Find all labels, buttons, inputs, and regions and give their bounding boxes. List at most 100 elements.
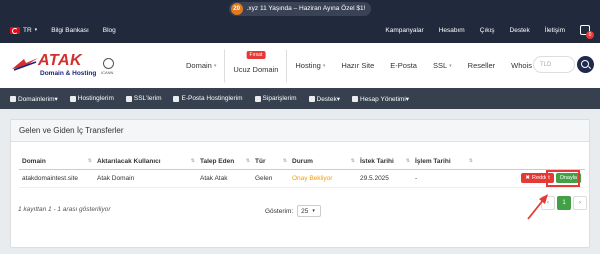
logo-name: ATAK — [38, 52, 83, 69]
gear-icon — [308, 95, 315, 102]
envelope-icon — [173, 95, 180, 102]
announcement-bar[interactable]: 20 .xyz 11 Yaşında – Haziran Ayına Özel … — [0, 0, 600, 17]
next-page-button[interactable]: › — [573, 196, 587, 210]
cell-requested-by: Atak Atak — [197, 169, 252, 188]
col-durum[interactable]: Durum ⇅ — [289, 155, 357, 170]
link-kampanyalar[interactable]: Kampanyalar — [385, 27, 423, 34]
top-bar: TR ▾ Bilgi Bankası Blog Kampanyalar Hesa… — [0, 17, 600, 43]
announcement-badge: 20 — [230, 2, 243, 15]
approve-highlight-box — [546, 170, 580, 187]
logo-swoosh-icon — [12, 58, 38, 71]
logo[interactable]: ATAK Domain & Hosting ICANN — [10, 51, 118, 81]
clientnav-eposta-hostinglerim[interactable]: E-Posta Hostinglerim — [173, 95, 243, 102]
nav-hosting[interactable]: Hosting ▾ — [287, 43, 333, 88]
link-destek[interactable]: Destek — [510, 27, 530, 34]
chevron-down-icon: ▾ — [322, 62, 326, 69]
chevron-down-icon: ▾ — [34, 27, 38, 33]
icann-label: ICANN — [101, 70, 114, 75]
clientnav-siparislerim-label: Siparişlerim — [262, 95, 297, 102]
clientnav-eposta-label: E-Posta Hostinglerim — [181, 95, 243, 102]
lock-icon — [125, 95, 132, 102]
page-length: Gösterim: 25 ▾ — [265, 205, 322, 217]
page-length-select[interactable]: 25 ▾ — [297, 205, 322, 217]
clientnav-ssllerim-label: SSL'lerim — [133, 95, 162, 102]
turkey-flag-icon — [10, 26, 20, 34]
sort-icon: ⇅ — [87, 158, 92, 164]
main-header: ATAK Domain & Hosting ICANN Domain ▾ Fırs… — [0, 43, 600, 88]
firsat-badge: Fırsat — [246, 50, 266, 59]
cart-icon[interactable]: 0 — [580, 25, 594, 39]
nav-ucuz-domain-label: Ucuz Domain — [233, 65, 279, 74]
col-domain[interactable]: Domain ⇅ — [19, 155, 94, 170]
sort-icon: ⇅ — [282, 158, 287, 164]
col-talep-eden[interactable]: Talep Eden ⇅ — [197, 155, 252, 170]
col-tur[interactable]: Tür ⇅ — [252, 155, 289, 170]
col-actions — [475, 155, 585, 170]
nav-domain[interactable]: Domain ▾ — [178, 43, 224, 88]
col-islem-tarihi[interactable]: İşlem Tarihi ⇅ — [412, 155, 475, 170]
nav-hazir-site[interactable]: Hazır Site — [333, 43, 382, 88]
nav-ssl[interactable]: SSL ▾ — [425, 43, 460, 88]
cell-process-date: - — [412, 169, 475, 188]
search-icon[interactable] — [577, 56, 594, 73]
clientnav-hostinglerim[interactable]: Hostinglerim — [69, 95, 114, 102]
nav-domain-label: Domain — [186, 61, 212, 70]
close-icon: ✖ — [525, 175, 530, 181]
annotation-arrow-icon — [527, 194, 548, 220]
cell-type: Gelen — [252, 169, 289, 188]
link-iletisim[interactable]: İletişim — [545, 27, 565, 34]
language-selector[interactable]: TR ▾ — [10, 26, 38, 34]
language-label: TR — [23, 26, 32, 34]
nav-e-posta[interactable]: E-Posta — [382, 43, 425, 88]
sort-icon: ⇅ — [405, 158, 410, 164]
clientnav-destek[interactable]: Destek▾ — [308, 95, 340, 103]
col-istek-label: İstek Tarihi — [360, 158, 394, 166]
sort-icon: ⇅ — [350, 158, 355, 164]
sort-icon: ⇅ — [468, 158, 473, 164]
page-length-value: 25 — [301, 207, 309, 215]
col-tur-label: Tür — [255, 158, 266, 166]
clientnav-siparislerim[interactable]: Siparişlerim — [254, 95, 297, 102]
cell-request-date: 29.5.2025 — [357, 169, 412, 188]
clientnav-ssllerim[interactable]: SSL'lerim — [125, 95, 162, 102]
clientnav-hostinglerim-label: Hostinglerim — [77, 95, 114, 102]
nav-e-posta-label: E-Posta — [390, 61, 417, 70]
col-istek-tarihi[interactable]: İstek Tarihi ⇅ — [357, 155, 412, 170]
link-blog[interactable]: Blog — [103, 27, 116, 34]
cell-domain: atakdomaintest.site — [19, 169, 94, 188]
icann-globe-icon — [103, 58, 114, 69]
link-cikis[interactable]: Çıkış — [480, 27, 495, 34]
nav-hosting-label: Hosting — [295, 61, 321, 70]
nav-whois-label: Whois — [511, 61, 533, 70]
clientnav-domainlerim[interactable]: Domainlerim▾ — [10, 95, 58, 103]
sort-icon: ⇅ — [190, 158, 195, 164]
clientnav-domainlerim-label: Domainlerim▾ — [18, 95, 58, 103]
transfers-table: Domain ⇅ Aktarılacak Kullanıcı ⇅ Talep Ede… — [19, 155, 585, 188]
table-info: 1 kayıttan 1 - 1 arası gösteriliyor — [18, 206, 111, 213]
page-1-button[interactable]: 1 — [557, 196, 571, 210]
tld-search-input[interactable]: TLD — [533, 56, 575, 73]
table-row: atakdomaintest.site Atak Domain Atak Ata… — [19, 169, 585, 188]
announcement-pill[interactable]: 20 .xyz 11 Yaşında – Haziran Ayına Özel … — [228, 1, 372, 16]
nav-ssl-label: SSL — [432, 61, 448, 70]
link-hesabim[interactable]: Hesabım — [439, 27, 465, 34]
nav-reseller[interactable]: Reseller — [460, 43, 504, 88]
user-icon — [352, 95, 358, 102]
client-nav: Domainlerim▾ Hostinglerim SSL'lerim E-Po… — [0, 88, 600, 109]
sort-icon: ⇅ — [245, 158, 250, 164]
nav-ucuz-domain[interactable]: Fırsat Ucuz Domain — [224, 48, 288, 83]
page-length-label: Gösterim: — [265, 207, 294, 215]
clientnav-hesap-yonetimi[interactable]: Hesap Yönetimi▾ — [352, 95, 409, 103]
col-talep-label: Talep Eden — [200, 158, 235, 166]
col-durum-label: Durum — [292, 158, 313, 166]
chevron-down-icon: ▾ — [312, 208, 315, 214]
link-bilgi-bankasi[interactable]: Bilgi Bankası — [51, 27, 89, 34]
col-domain-label: Domain — [22, 158, 46, 166]
cell-target-user: Atak Domain — [94, 169, 197, 188]
cart-icon — [254, 95, 261, 102]
col-aktarilacak-kullanici[interactable]: Aktarılacak Kullanıcı ⇅ — [94, 155, 197, 170]
transfers-panel: Gelen ve Giden İç Transferler Domain ⇅ Ak… — [10, 119, 590, 248]
cart-count: 0 — [586, 31, 594, 39]
panel-title: Gelen ve Giden İç Transferler — [11, 120, 589, 142]
announcement-text: .xyz 11 Yaşında – Haziran Ayına Özel $1! — [246, 5, 366, 12]
